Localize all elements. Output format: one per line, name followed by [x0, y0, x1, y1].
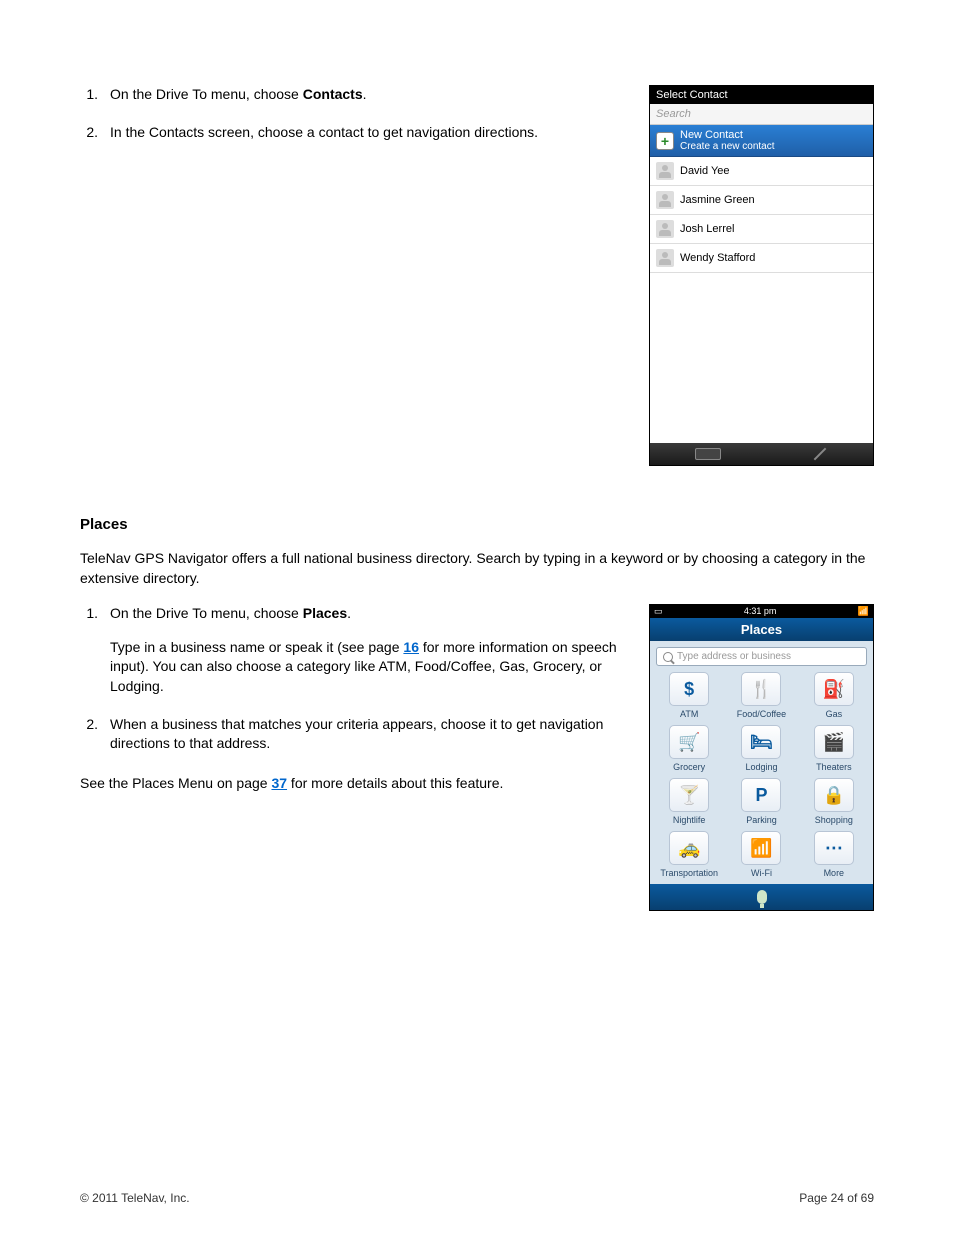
bag-icon: 🔒 — [814, 778, 854, 812]
see-also: See the Places Menu on page 37 for more … — [80, 774, 629, 794]
category-shopping[interactable]: 🔒Shopping — [801, 778, 867, 825]
mic-icon — [757, 890, 767, 904]
contact-row[interactable]: David Yee — [650, 157, 873, 186]
keyboard-icon[interactable] — [695, 448, 721, 460]
cart-icon: 🛒 — [669, 725, 709, 759]
category-grocery[interactable]: 🛒Grocery — [656, 725, 722, 772]
screen-title: Places — [650, 618, 873, 641]
taxi-icon: 🚕 — [669, 831, 709, 865]
bed-icon: 🛏 — [741, 725, 781, 759]
page-number: Page 24 of 69 — [799, 1191, 874, 1205]
page-footer: © 2011 TeleNav, Inc. Page 24 of 69 — [80, 1191, 874, 1205]
places-search-input[interactable]: Type address or business — [656, 647, 867, 666]
screenshot-contacts: Select Contact Search + New Contact Crea… — [649, 85, 874, 466]
step-body: On the Drive To menu, choose Places. Typ… — [110, 604, 629, 696]
edit-icon[interactable] — [813, 448, 826, 461]
category-more[interactable]: ⋯More — [801, 831, 867, 878]
martini-icon: 🍸 — [669, 778, 709, 812]
places-heading: Places — [80, 516, 874, 533]
category-atm[interactable]: $ATM — [656, 672, 722, 719]
bottom-bar — [650, 443, 873, 465]
step-num: 1. — [80, 85, 110, 105]
screen-title: Select Contact — [650, 86, 873, 104]
contact-row[interactable]: Wendy Stafford — [650, 244, 873, 273]
steps-places: 1. On the Drive To menu, choose Places. … — [80, 604, 629, 754]
voice-button[interactable] — [650, 884, 873, 910]
page-37-link[interactable]: 37 — [271, 775, 287, 791]
step-body: In the Contacts screen, choose a contact… — [110, 123, 629, 143]
step-num: 2. — [80, 123, 110, 143]
wifi-icon: 📶 — [741, 831, 781, 865]
category-grid: $ATM 🍴Food/Coffee ⛽Gas 🛒Grocery 🛏Lodging… — [650, 672, 873, 884]
places-intro: TeleNav GPS Navigator offers a full nati… — [80, 549, 874, 588]
category-food[interactable]: 🍴Food/Coffee — [728, 672, 794, 719]
step-num: 2. — [80, 715, 110, 754]
screenshot-places: ▭ 4:31 pm 📶 Places Type address or busin… — [649, 604, 874, 911]
avatar-icon — [656, 249, 674, 267]
film-icon: 🎬 — [814, 725, 854, 759]
category-wifi[interactable]: 📶Wi-Fi — [728, 831, 794, 878]
page-16-link[interactable]: 16 — [403, 639, 419, 655]
plus-icon: + — [656, 132, 674, 150]
category-transportation[interactable]: 🚕Transportation — [656, 831, 722, 878]
search-icon — [663, 652, 673, 662]
category-lodging[interactable]: 🛏Lodging — [728, 725, 794, 772]
category-nightlife[interactable]: 🍸Nightlife — [656, 778, 722, 825]
contact-row[interactable]: Josh Lerrel — [650, 215, 873, 244]
dollar-icon: $ — [669, 672, 709, 706]
more-icon: ⋯ — [814, 831, 854, 865]
avatar-icon — [656, 220, 674, 238]
gas-icon: ⛽ — [814, 672, 854, 706]
status-bar: ▭ 4:31 pm 📶 — [650, 605, 873, 618]
avatar-icon — [656, 191, 674, 209]
copyright: © 2011 TeleNav, Inc. — [80, 1191, 190, 1205]
parking-icon: P — [741, 778, 781, 812]
search-input[interactable]: Search — [650, 104, 873, 125]
avatar-icon — [656, 162, 674, 180]
contact-row[interactable]: Jasmine Green — [650, 186, 873, 215]
category-parking[interactable]: PParking — [728, 778, 794, 825]
new-contact-row[interactable]: + New Contact Create a new contact — [650, 125, 873, 157]
steps-contacts: 1. On the Drive To menu, choose Contacts… — [80, 85, 629, 142]
category-theaters[interactable]: 🎬Theaters — [801, 725, 867, 772]
step-body: When a business that matches your criter… — [110, 715, 629, 754]
fork-icon: 🍴 — [741, 672, 781, 706]
step-body: On the Drive To menu, choose Contacts. — [110, 85, 629, 105]
step-num: 1. — [80, 604, 110, 696]
category-gas[interactable]: ⛽Gas — [801, 672, 867, 719]
